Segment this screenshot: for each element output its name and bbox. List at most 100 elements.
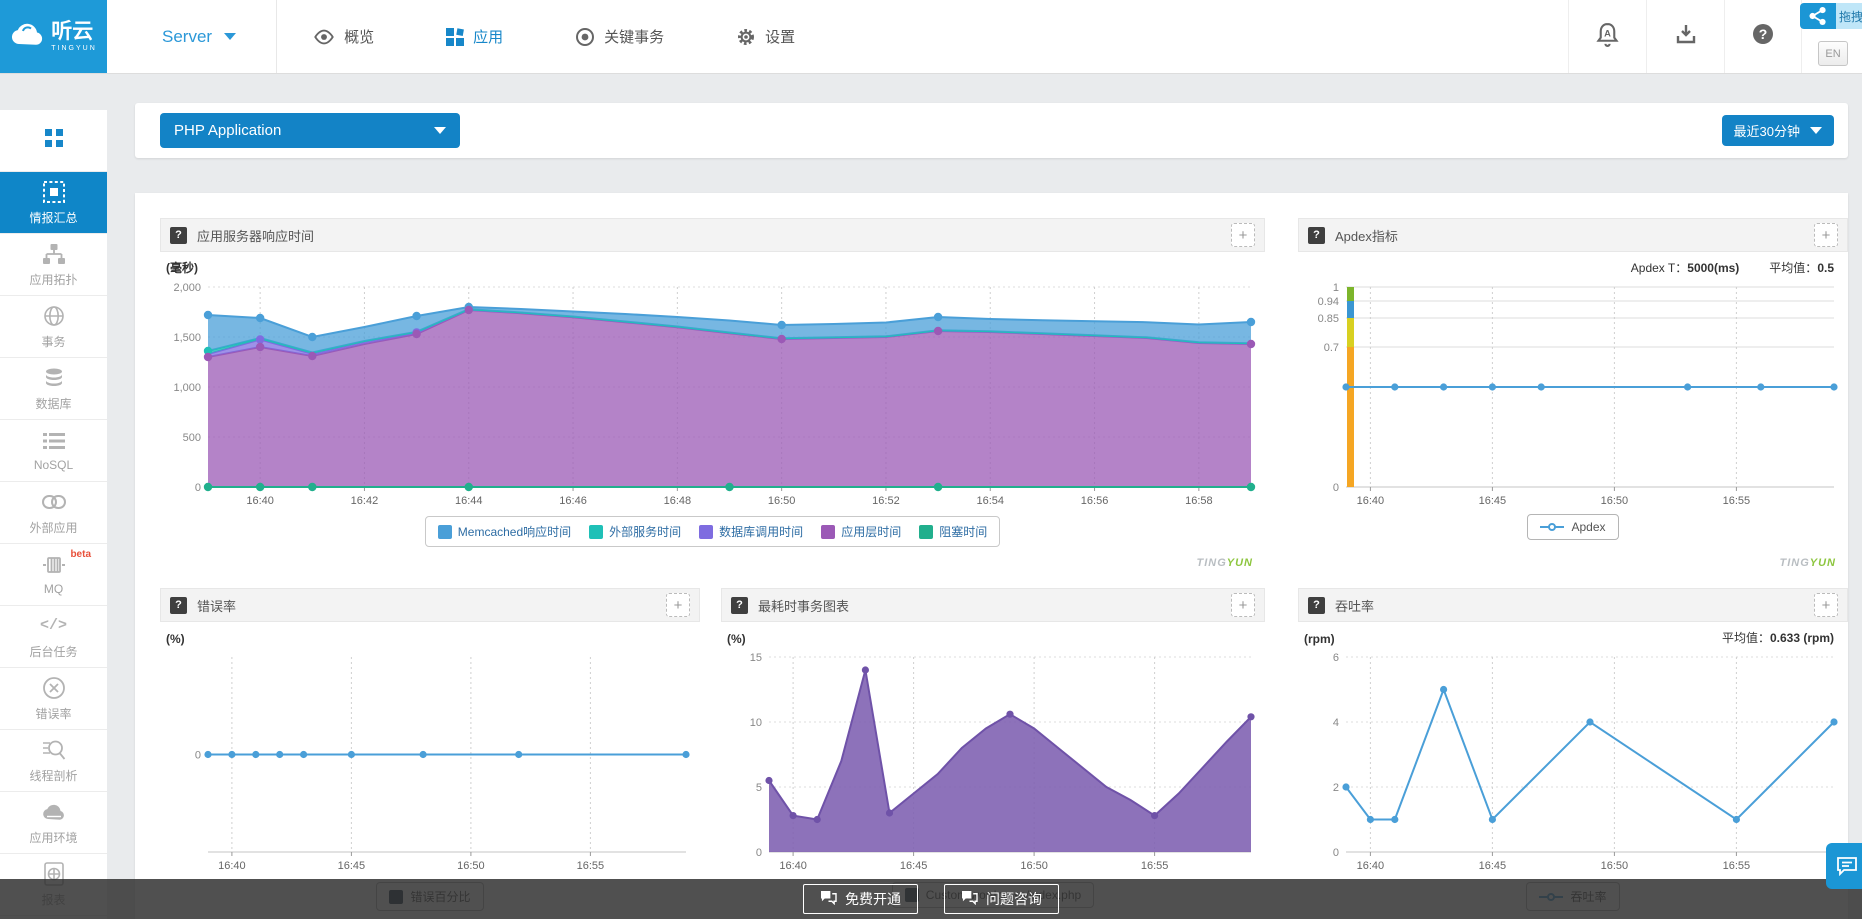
legend-label: Memcached响应时间 (458, 523, 571, 540)
sidebar-item-事务[interactable]: 事务 (0, 296, 107, 358)
dashboard-content: ? 应用服务器响应时间 + (毫秒) 2,0001,5001,000500016… (135, 193, 1848, 919)
sidebar-item-label: 情报汇总 (29, 209, 77, 226)
sidebar-item-应用拓扑[interactable]: 应用拓扑 (0, 234, 107, 296)
bell-icon-button[interactable]: A (1568, 0, 1646, 73)
promo-footer-bar: 免费开通 问题咨询 (0, 879, 1862, 919)
panel-stats: Apdex T：5000(ms)平均值：0.5 (1631, 259, 1834, 276)
legend-item[interactable]: 外部服务时间 (589, 523, 681, 540)
svg-text:16:56: 16:56 (1081, 495, 1109, 507)
chart-legend: Apdex (1298, 514, 1848, 540)
footer-button-问题咨询[interactable]: 问题咨询 (944, 884, 1059, 914)
nav-item-应用[interactable]: 应用 (410, 0, 539, 73)
svg-text:16:50: 16:50 (1601, 860, 1629, 872)
share-icon[interactable] (1800, 3, 1836, 29)
sidebar-item-后台任务[interactable]: </>后台任务 (0, 606, 107, 668)
svg-text:0: 0 (1333, 482, 1339, 494)
help-icon[interactable]: ? (1308, 227, 1325, 244)
sidebar-item-数据库[interactable]: 数据库 (0, 358, 107, 420)
sidebar-item-NoSQL[interactable]: NoSQL (0, 420, 107, 482)
svg-text:0.7: 0.7 (1324, 342, 1339, 354)
legend-swatch (699, 525, 713, 539)
help-icon[interactable]: ? (170, 597, 187, 614)
svg-text:15: 15 (750, 652, 762, 664)
code-icon: </> (40, 614, 67, 638)
sidebar-item-label: MQ (44, 582, 63, 596)
svg-text:10: 10 (750, 717, 762, 729)
panel-header: ? 错误率 + (160, 588, 700, 622)
expand-icon[interactable]: + (1814, 593, 1838, 617)
server-dropdown[interactable]: Server (107, 0, 276, 73)
share-chip[interactable]: 拖拽 (1800, 3, 1862, 29)
legend-label: 数据库调用时间 (719, 523, 803, 540)
svg-text:16:48: 16:48 (664, 495, 692, 507)
nav-item-设置[interactable]: 设置 (700, 0, 831, 73)
panel-header: ? 应用服务器响应时间 + (160, 218, 1265, 252)
response-time-chart[interactable]: 2,0001,5001,000500016:4016:4216:4416:461… (160, 278, 1265, 508)
sidebar-item-label: NoSQL (34, 458, 73, 472)
application-selector[interactable]: PHP Application (160, 113, 460, 148)
svg-text:16:50: 16:50 (768, 495, 796, 507)
sidebar-menu-toggle[interactable] (0, 110, 107, 172)
help-icon[interactable]: ? (731, 597, 748, 614)
nav-item-关键事务[interactable]: 关键事务 (539, 0, 700, 73)
chevron-down-icon (224, 33, 236, 40)
sidebar-item-线程剖析[interactable]: 线程剖析 (0, 730, 107, 792)
download-icon-button[interactable] (1646, 0, 1724, 73)
line-dot-icon (1540, 522, 1564, 532)
y-axis-unit: (%) (166, 632, 185, 646)
apdex-chart[interactable]: 10.940.850.7016:4016:4516:5016:55 (1298, 278, 1848, 508)
time-range-selector[interactable]: 最近30分钟 (1722, 115, 1834, 146)
throughput-chart[interactable]: 642016:4016:4516:5016:55 (1298, 648, 1848, 876)
legend-item[interactable]: 阻塞时间 (919, 523, 987, 540)
nav-item-概览[interactable]: 概览 (277, 0, 410, 73)
svg-text:16:40: 16:40 (246, 495, 274, 507)
sidebar-item-外部应用[interactable]: 外部应用 (0, 482, 107, 544)
left-sidebar: 情报汇总应用拓扑事务数据库 NoSQL 外部应用 MQbeta</>后台任务错误率线程… (0, 110, 107, 919)
stat-item: 平均值：0.633 (rpm) (1722, 629, 1834, 646)
help-icon: ? (1751, 22, 1775, 51)
error-rate-chart[interactable]: 016:4016:4516:5016:55 (160, 648, 700, 876)
legend-button[interactable]: Apdex (1527, 514, 1618, 540)
cloud-icon (42, 800, 66, 824)
legend-swatch (919, 525, 933, 539)
sidebar-item-应用环境[interactable]: 应用环境 (0, 792, 107, 854)
help-icon-button[interactable]: ? (1724, 0, 1802, 73)
sidebar-item-错误率[interactable]: 错误率 (0, 668, 107, 730)
y-axis-unit: (%) (727, 632, 746, 646)
tingyun-watermark: TINGYUN (1196, 557, 1253, 569)
expand-icon[interactable]: + (1231, 223, 1255, 247)
language-toggle-button[interactable]: EN (1818, 41, 1848, 66)
sidebar-item-MQ[interactable]: MQbeta (0, 544, 107, 606)
expand-icon[interactable]: + (1814, 223, 1838, 247)
expand-icon[interactable]: + (666, 593, 690, 617)
svg-text:0.85: 0.85 (1318, 313, 1339, 325)
sidebar-item-label: 外部应用 (29, 519, 77, 536)
sidebar-item-label: 数据库 (35, 395, 71, 412)
tingyun-logo[interactable]: 听云 TINGYUN (0, 0, 107, 73)
download-icon (1675, 23, 1697, 50)
drag-tag-label: 拖拽 (1836, 3, 1862, 29)
legend-item[interactable]: 应用层时间 (821, 523, 901, 540)
chevron-down-icon (1810, 127, 1822, 134)
error-circle-icon (42, 676, 66, 700)
filter-toolbar: PHP Application 最近30分钟 (135, 103, 1848, 158)
expand-icon[interactable]: + (1231, 593, 1255, 617)
sidebar-item-情报汇总[interactable]: 情报汇总 (0, 172, 107, 234)
legend-item[interactable]: Memcached响应时间 (438, 523, 571, 540)
legend-item[interactable]: 数据库调用时间 (699, 523, 803, 540)
top-transactions-chart[interactable]: 15105016:4016:4516:5016:55 (721, 648, 1265, 876)
chart-legend: Memcached响应时间 外部服务时间 数据库调用时间 应用层时间 阻塞时间 (160, 516, 1265, 547)
chevron-down-icon (434, 127, 446, 134)
main-nav: 概览应用关键事务设置 (277, 0, 831, 73)
svg-text:500: 500 (183, 432, 201, 444)
svg-text:16:55: 16:55 (1723, 495, 1751, 507)
help-icon[interactable]: ? (1308, 597, 1325, 614)
panel-error-rate: ? 错误率 + (%) 016:4016:4516:5016:55 错误百分比 (160, 588, 700, 919)
footer-button-label: 问题咨询 (986, 889, 1042, 909)
svg-text:0: 0 (195, 482, 201, 494)
help-icon[interactable]: ? (170, 227, 187, 244)
footer-button-免费开通[interactable]: 免费开通 (803, 884, 918, 914)
svg-text:6: 6 (1333, 652, 1339, 664)
feedback-widget-icon[interactable] (1826, 843, 1862, 889)
panel-header: ? 最耗时事务图表 + (721, 588, 1265, 622)
